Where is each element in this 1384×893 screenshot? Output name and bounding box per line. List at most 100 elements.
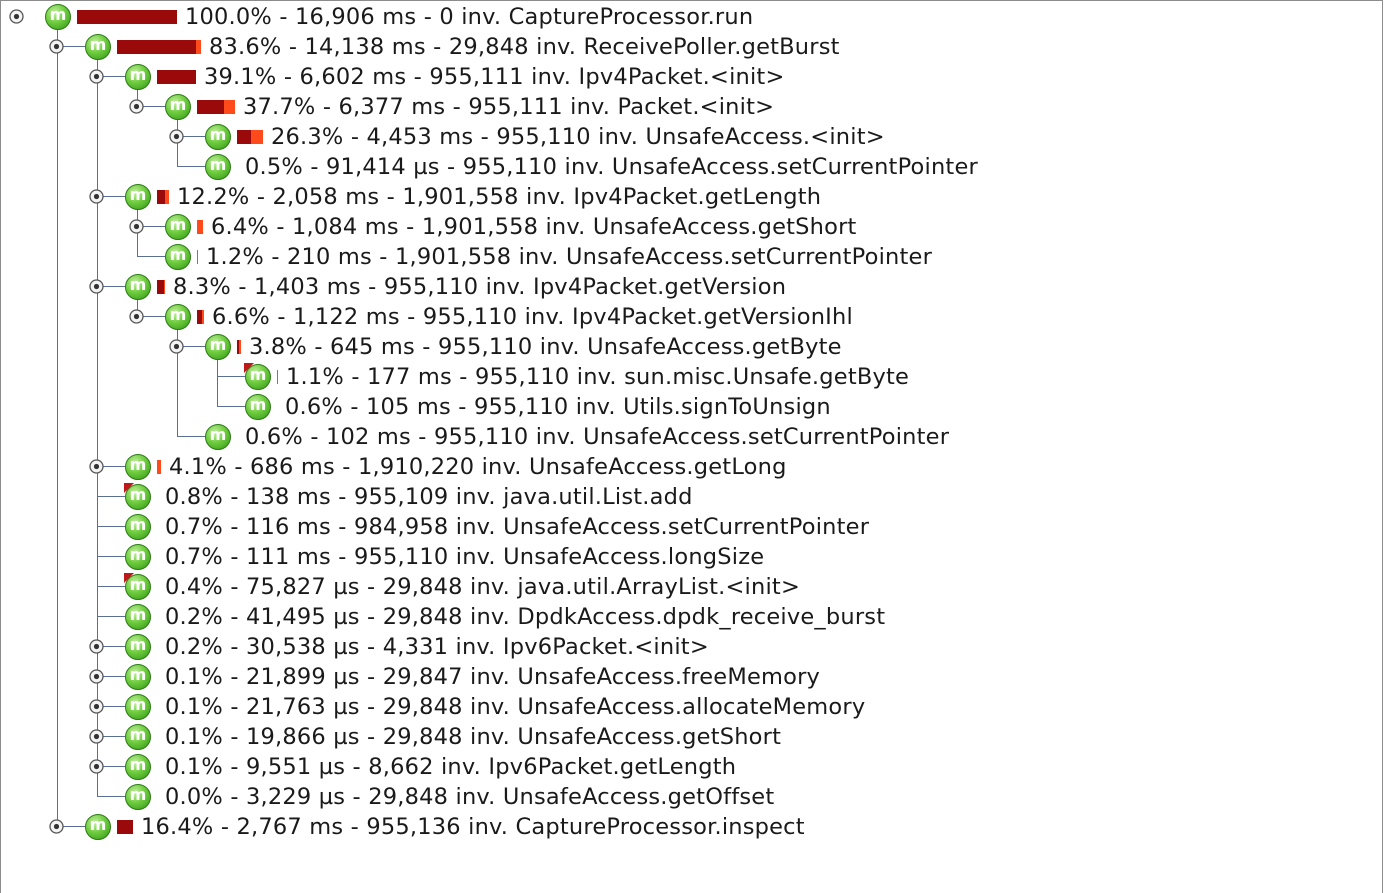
tree-node[interactable]: m 83.6% - 14,138 ms - 29,848 inv. Receive…: [0, 32, 1380, 62]
tree-node[interactable]: m 1.1% - 177 ms - 955,110 inv. sun.misc.U…: [0, 362, 1380, 392]
method-icon: m: [125, 724, 151, 750]
method-icon: m: [125, 604, 151, 630]
expand-toggle-icon[interactable]: [88, 728, 105, 745]
expand-toggle-icon[interactable]: [8, 8, 25, 25]
method-icon: m: [125, 634, 151, 660]
expand-toggle-icon[interactable]: [128, 218, 145, 235]
tree-node[interactable]: m 37.7% - 6,377 ms - 955,111 inv. Packet.…: [0, 92, 1380, 122]
method-icon: m: [205, 334, 231, 360]
tree-node[interactable]: m 0.0% - 3,229 µs - 29,848 inv. UnsafeAcc…: [0, 782, 1380, 812]
method-icon: m: [165, 244, 191, 270]
percentage-bar: [117, 820, 133, 834]
method-icon: m: [245, 394, 271, 420]
expand-toggle-icon[interactable]: [88, 758, 105, 775]
node-label: 83.6% - 14,138 ms - 29,848 inv. ReceiveP…: [209, 34, 840, 60]
node-label: 0.4% - 75,827 µs - 29,848 inv. java.util…: [165, 574, 800, 600]
node-label: 0.7% - 116 ms - 984,958 inv. UnsafeAcces…: [165, 514, 870, 540]
tree-connector: [97, 616, 125, 617]
expand-toggle-icon[interactable]: [88, 638, 105, 655]
method-icon: m: [205, 424, 231, 450]
expand-toggle-icon[interactable]: [88, 188, 105, 205]
tree-node[interactable]: m 0.4% - 75,827 µs - 29,848 inv. java.uti…: [0, 572, 1380, 602]
bar-self-time: [202, 310, 204, 324]
node-label: 0.1% - 9,551 µs - 8,662 inv. Ipv6Packet.…: [165, 754, 737, 780]
bar-self-time: [164, 280, 165, 294]
bar-inherent-time: [237, 130, 251, 144]
expand-toggle-icon[interactable]: [88, 68, 105, 85]
tree-node[interactable]: m 6.4% - 1,084 ms - 1,901,558 inv. Unsafe…: [0, 212, 1380, 242]
node-label: 0.1% - 21,763 µs - 29,848 inv. UnsafeAcc…: [165, 694, 866, 720]
bar-self-time: [197, 220, 203, 234]
expand-toggle-icon[interactable]: [48, 818, 65, 835]
method-icon: m: [125, 184, 151, 210]
tree-node[interactable]: m 4.1% - 686 ms - 1,910,220 inv. UnsafeAc…: [0, 452, 1380, 482]
node-label: 37.7% - 6,377 ms - 955,111 inv. Packet.<…: [243, 94, 775, 120]
method-icon: m: [125, 754, 151, 780]
tree-node[interactable]: m 16.4% - 2,767 ms - 955,136 inv. Capture…: [0, 812, 1380, 842]
expand-toggle-icon[interactable]: [88, 458, 105, 475]
tree-node[interactable]: m 39.1% - 6,602 ms - 955,111 inv. Ipv4Pac…: [0, 62, 1380, 92]
percentage-bar: [117, 40, 201, 54]
expand-toggle-icon[interactable]: [88, 668, 105, 685]
percentage-bar: [197, 100, 235, 114]
method-icon: m: [244, 363, 271, 390]
expand-toggle-icon[interactable]: [128, 308, 145, 325]
tree-node[interactable]: m 1.2% - 210 ms - 1,901,558 inv. UnsafeAc…: [0, 242, 1380, 272]
node-label: 100.0% - 16,906 ms - 0 inv. CaptureProce…: [185, 4, 754, 30]
method-icon: m: [125, 514, 151, 540]
tree-node[interactable]: m 6.6% - 1,122 ms - 955,110 inv. Ipv4Pack…: [0, 302, 1380, 332]
node-label: 0.7% - 111 ms - 955,110 inv. UnsafeAcces…: [165, 544, 765, 570]
method-icon: m: [125, 544, 151, 570]
tree-node[interactable]: m 3.8% - 645 ms - 955,110 inv. UnsafeAcce…: [0, 332, 1380, 362]
method-icon: m: [125, 694, 151, 720]
node-label: 0.1% - 21,899 µs - 29,847 inv. UnsafeAcc…: [165, 664, 821, 690]
method-icon: m: [125, 64, 151, 90]
tree-node[interactable]: m 0.6% - 102 ms - 955,110 inv. UnsafeAcce…: [0, 422, 1380, 452]
method-icon: m: [205, 154, 231, 180]
node-label: 26.3% - 4,453 ms - 955,110 inv. UnsafeAc…: [271, 124, 885, 150]
method-icon: m: [125, 664, 151, 690]
tree-node[interactable]: m 0.5% - 91,414 µs - 955,110 inv. UnsafeA…: [0, 152, 1380, 182]
expand-toggle-icon[interactable]: [168, 128, 185, 145]
tree-node[interactable]: m 100.0% - 16,906 ms - 0 inv. CaptureProc…: [0, 2, 1380, 32]
node-label: 6.6% - 1,122 ms - 955,110 inv. Ipv4Packe…: [212, 304, 853, 330]
percentage-bar: [197, 310, 204, 324]
bar-self-time: [277, 370, 278, 384]
node-label: 6.4% - 1,084 ms - 1,901,558 inv. UnsafeA…: [211, 214, 857, 240]
expand-toggle-icon[interactable]: [88, 278, 105, 295]
percentage-bar: [77, 10, 177, 24]
tree-node[interactable]: m 0.1% - 19,866 µs - 29,848 inv. UnsafeAc…: [0, 722, 1380, 752]
node-label: 0.6% - 105 ms - 955,110 inv. Utils.signT…: [285, 394, 831, 420]
node-label: 1.2% - 210 ms - 1,901,558 inv. UnsafeAcc…: [206, 244, 933, 270]
bar-inherent-time: [157, 190, 165, 204]
expand-toggle-icon[interactable]: [128, 98, 145, 115]
tree-node[interactable]: m 0.1% - 21,899 µs - 29,847 inv. UnsafeAc…: [0, 662, 1380, 692]
tree-node[interactable]: m 0.1% - 21,763 µs - 29,848 inv. UnsafeAc…: [0, 692, 1380, 722]
node-label: 0.6% - 102 ms - 955,110 inv. UnsafeAcces…: [245, 424, 950, 450]
percentage-bar: [237, 340, 241, 354]
percentage-bar: [157, 460, 161, 474]
node-label: 3.8% - 645 ms - 955,110 inv. UnsafeAcces…: [249, 334, 842, 360]
bar-inherent-time: [157, 280, 164, 294]
tree-node[interactable]: m 26.3% - 4,453 ms - 955,110 inv. UnsafeA…: [0, 122, 1380, 152]
bar-inherent-time: [157, 70, 196, 84]
tree-node[interactable]: m 0.2% - 30,538 µs - 4,331 inv. Ipv6Packe…: [0, 632, 1380, 662]
method-icon: m: [125, 274, 151, 300]
tree-node[interactable]: m 0.8% - 138 ms - 955,109 inv. java.util.…: [0, 482, 1380, 512]
tree-node[interactable]: m 0.6% - 105 ms - 955,110 inv. Utils.sign…: [0, 392, 1380, 422]
tree-connector: [217, 406, 245, 407]
percentage-bar: [197, 220, 203, 234]
tree-node[interactable]: m 0.7% - 116 ms - 984,958 inv. UnsafeAcce…: [0, 512, 1380, 542]
tree-node[interactable]: m 0.7% - 111 ms - 955,110 inv. UnsafeAcce…: [0, 542, 1380, 572]
tree-node[interactable]: m 8.3% - 1,403 ms - 955,110 inv. Ipv4Pack…: [0, 272, 1380, 302]
expand-toggle-icon[interactable]: [48, 38, 65, 55]
method-icon: m: [125, 454, 151, 480]
tree-node[interactable]: m 0.1% - 9,551 µs - 8,662 inv. Ipv6Packet…: [0, 752, 1380, 782]
tree-node[interactable]: m 12.2% - 2,058 ms - 1,901,558 inv. Ipv4P…: [0, 182, 1380, 212]
node-label: 0.5% - 91,414 µs - 955,110 inv. UnsafeAc…: [245, 154, 978, 180]
tree-connector: [97, 496, 125, 497]
method-icon: m: [165, 94, 191, 120]
expand-toggle-icon[interactable]: [88, 698, 105, 715]
tree-node[interactable]: m 0.2% - 41,495 µs - 29,848 inv. DpdkAcce…: [0, 602, 1380, 632]
expand-toggle-icon[interactable]: [168, 338, 185, 355]
